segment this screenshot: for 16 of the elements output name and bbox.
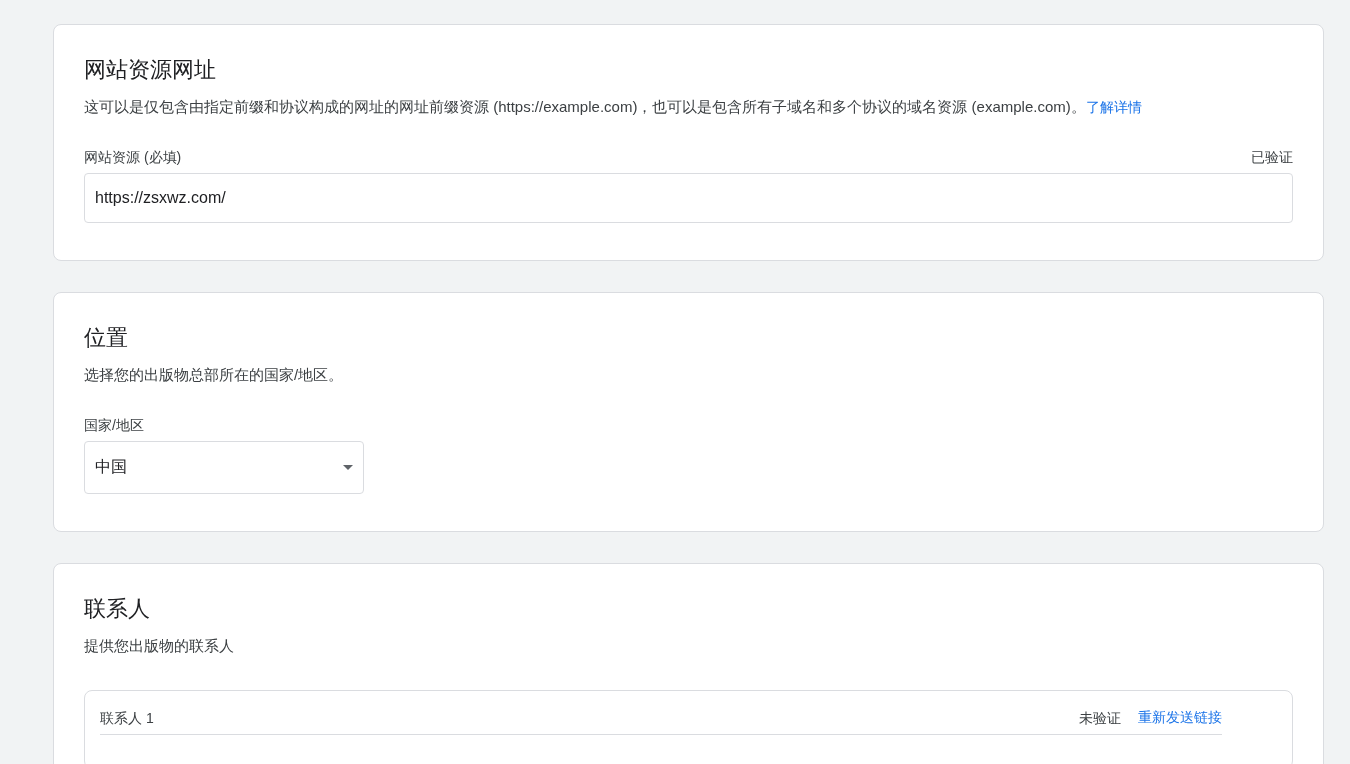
dropdown-caret-icon: [343, 465, 353, 470]
field-label: 网站资源 (必填): [84, 148, 182, 167]
url-input-field[interactable]: https://zsxwz.com/: [84, 173, 1293, 223]
section-title: 联系人: [84, 595, 150, 623]
section-title: 网站资源网址: [84, 56, 216, 84]
field-label: 国家/地区: [84, 416, 144, 435]
country-dropdown[interactable]: 中国: [84, 441, 364, 494]
verification-status: 已验证: [1251, 148, 1293, 167]
verification-status: 未验证: [1079, 709, 1121, 728]
section-description: 提供您出版物的联系人: [84, 636, 234, 656]
section-title: 位置: [84, 324, 128, 352]
section-description: 选择您的出版物总部所在的国家/地区。: [84, 365, 344, 385]
learn-more-link[interactable]: 了解详情: [1085, 99, 1142, 115]
section-description: 这可以是仅包含由指定前缀和协议构成的网址的网址前缀资源 (https://example.com)，也可以是包含所有子域名和多个协议的域名资源 (example.com)。了解详情: [84, 97, 1142, 117]
resend-link[interactable]: 重新发送链接: [1138, 709, 1222, 727]
contact-label: 联系人 1: [100, 709, 154, 728]
